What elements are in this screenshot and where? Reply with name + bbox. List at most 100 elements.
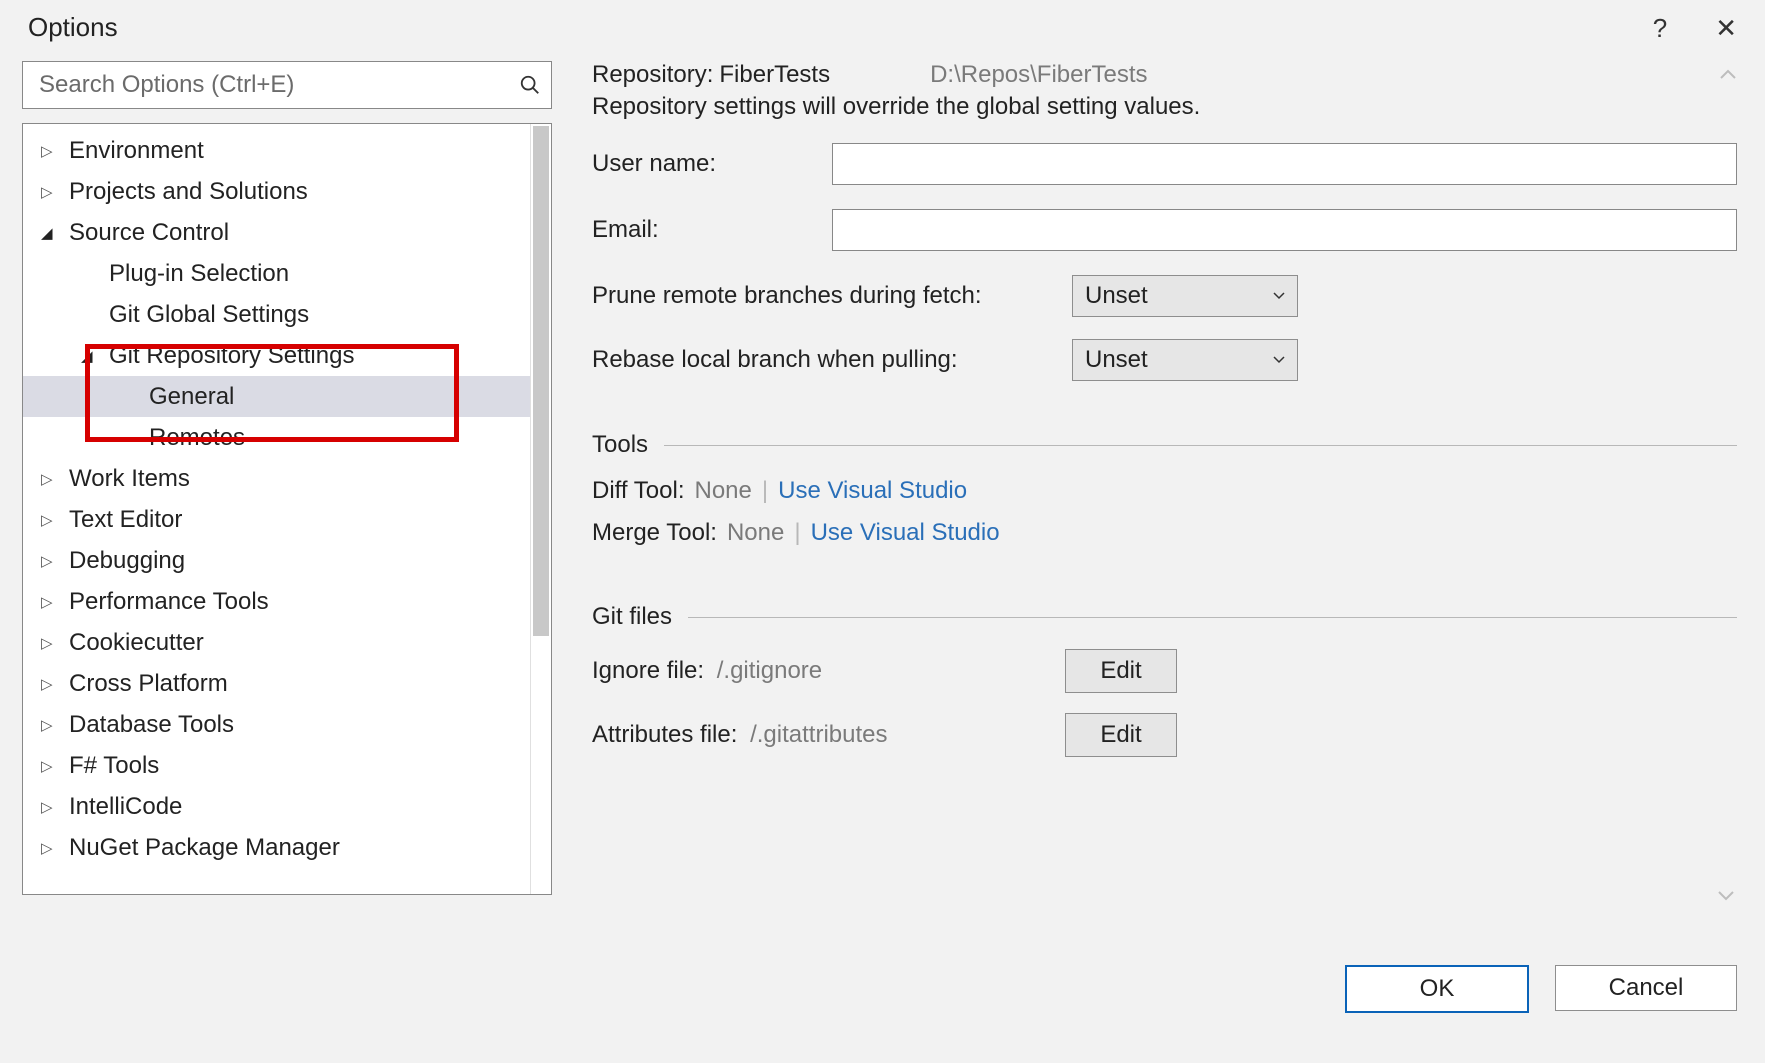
ignore-file-label: Ignore file:: [592, 657, 704, 684]
tree-item[interactable]: ▷ F# Tools: [23, 745, 551, 786]
tree-item-label: Database Tools: [69, 711, 234, 739]
triangle-right-icon: ▷: [41, 798, 63, 816]
triangle-right-icon: ▷: [41, 716, 63, 734]
tree-item-label: F# Tools: [69, 752, 159, 780]
email-field[interactable]: [832, 209, 1737, 251]
tree-item[interactable]: ▷ IntelliCode: [23, 786, 551, 827]
search-icon[interactable]: [519, 74, 541, 96]
tree-item[interactable]: ▷ Work Items: [23, 458, 551, 499]
settings-panel: Repository: FiberTests D:\Repos\FiberTes…: [592, 61, 1737, 941]
tree-item[interactable]: ▷ Text Editor: [23, 499, 551, 540]
repository-description: Repository settings will override the gl…: [592, 93, 1737, 121]
triangle-right-icon: ▷: [41, 142, 63, 160]
tree-item-label: Git Repository Settings: [109, 342, 354, 370]
triangle-right-icon: ▷: [41, 593, 63, 611]
tree-item-label: Git Global Settings: [109, 301, 309, 329]
cancel-button[interactable]: Cancel: [1555, 965, 1737, 1011]
merge-tool-label: Merge Tool:: [592, 519, 717, 547]
window-controls: ? ✕: [1653, 15, 1737, 41]
tree-item[interactable]: Remotes: [23, 417, 551, 458]
attributes-file-label: Attributes file:: [592, 721, 737, 748]
tree-item-label: Cross Platform: [69, 670, 228, 698]
chevron-down-icon: [1273, 356, 1285, 364]
rebase-select-value: Unset: [1085, 346, 1148, 374]
category-tree: ▷ Environment ▷ Projects and Solutions ◢ Sour…: [22, 123, 552, 895]
email-label: Email:: [592, 216, 832, 244]
repository-header: Repository: FiberTests D:\Repos\FiberTes…: [592, 61, 1737, 89]
triangle-right-icon: ▷: [41, 511, 63, 529]
tree-item[interactable]: ◢ Source Control: [23, 212, 551, 253]
triangle-right-icon: ▷: [41, 470, 63, 488]
tree-item[interactable]: ▷Performance Tools: [23, 581, 551, 622]
ignore-file-value: /.gitignore: [717, 657, 822, 684]
username-field[interactable]: [832, 143, 1737, 185]
chevron-up-icon[interactable]: [1719, 69, 1737, 81]
chevron-down-icon: [1273, 292, 1285, 300]
repository-label: Repository:: [592, 61, 713, 89]
tools-heading: Tools: [592, 431, 648, 459]
tree-item[interactable]: ▷ Database Tools: [23, 704, 551, 745]
tree-item-label: NuGet Package Manager: [69, 834, 340, 862]
scrollbar[interactable]: [530, 124, 551, 894]
tree-item-label: Work Items: [69, 465, 190, 493]
tools-section-header: Tools: [592, 431, 1737, 459]
rebase-select[interactable]: Unset: [1072, 339, 1298, 381]
triangle-right-icon: ▷: [41, 552, 63, 570]
triangle-down-icon: ◢: [81, 347, 103, 365]
gitfiles-heading: Git files: [592, 603, 672, 631]
ok-button[interactable]: OK: [1345, 965, 1529, 1013]
edit-ignore-button[interactable]: Edit: [1065, 649, 1177, 693]
gitfiles-section-header: Git files: [592, 603, 1737, 631]
tree-item-label: Text Editor: [69, 506, 182, 534]
merge-use-vs-link[interactable]: Use Visual Studio: [811, 519, 1000, 547]
tree-item-label: Projects and Solutions: [69, 178, 308, 206]
tree-item[interactable]: ▷ Projects and Solutions: [23, 171, 551, 212]
separator: |: [794, 519, 800, 547]
triangle-right-icon: ▷: [41, 757, 63, 775]
prune-select[interactable]: Unset: [1072, 275, 1298, 317]
tree-item-label: Plug-in Selection: [109, 260, 289, 288]
tree-item[interactable]: ▷ Environment: [23, 130, 551, 171]
merge-tool-value: None: [727, 519, 784, 547]
tree-item-label: Cookiecutter: [69, 629, 204, 657]
prune-label: Prune remote branches during fetch:: [592, 282, 1072, 310]
diff-tool-label: Diff Tool:: [592, 477, 685, 505]
triangle-right-icon: ▷: [41, 183, 63, 201]
scrollbar-thumb[interactable]: [533, 126, 549, 636]
dialog-footer: OK Cancel: [0, 941, 1765, 1013]
close-icon[interactable]: ✕: [1715, 15, 1737, 41]
triangle-down-icon: ◢: [41, 224, 63, 242]
titlebar: Options ? ✕: [0, 0, 1765, 51]
tree-item[interactable]: ▷ Cross Platform: [23, 663, 551, 704]
dialog-title: Options: [28, 12, 118, 43]
tree-item[interactable]: Plug-in Selection: [23, 253, 551, 294]
sidebar: ▷ Environment ▷ Projects and Solutions ◢ Sour…: [22, 61, 552, 941]
diff-tool-value: None: [695, 477, 752, 505]
tree-item-label: Remotes: [149, 424, 245, 452]
prune-select-value: Unset: [1085, 282, 1148, 310]
tree-item[interactable]: ▷ Cookiecutter: [23, 622, 551, 663]
tree-item-label: General: [149, 383, 234, 411]
tree-item[interactable]: ▷ NuGet Package Manager: [23, 827, 551, 868]
tree-item[interactable]: ▷ Debugging: [23, 540, 551, 581]
tree-item-label: Environment: [69, 137, 204, 165]
diff-use-vs-link[interactable]: Use Visual Studio: [778, 477, 967, 505]
help-icon[interactable]: ?: [1653, 15, 1667, 41]
tree-item-label: Debugging: [69, 547, 185, 575]
tree-item-label: IntelliCode: [69, 793, 182, 821]
repository-path: D:\Repos\FiberTests: [930, 61, 1147, 89]
separator: |: [762, 477, 768, 505]
search-box[interactable]: [22, 61, 552, 109]
triangle-right-icon: ▷: [41, 839, 63, 857]
repository-name: FiberTests: [719, 61, 830, 89]
tree-item[interactable]: Git Global Settings: [23, 294, 551, 335]
edit-attributes-button[interactable]: Edit: [1065, 713, 1177, 757]
triangle-right-icon: ▷: [41, 634, 63, 652]
chevron-down-icon[interactable]: [1717, 890, 1735, 902]
tree-item-label: Source Control: [69, 219, 229, 247]
tree-item[interactable]: ◢ Git Repository Settings: [23, 335, 551, 376]
tree-item[interactable]: General: [23, 376, 551, 417]
triangle-right-icon: ▷: [41, 675, 63, 693]
search-input[interactable]: [37, 70, 505, 100]
rebase-label: Rebase local branch when pulling:: [592, 346, 1072, 374]
